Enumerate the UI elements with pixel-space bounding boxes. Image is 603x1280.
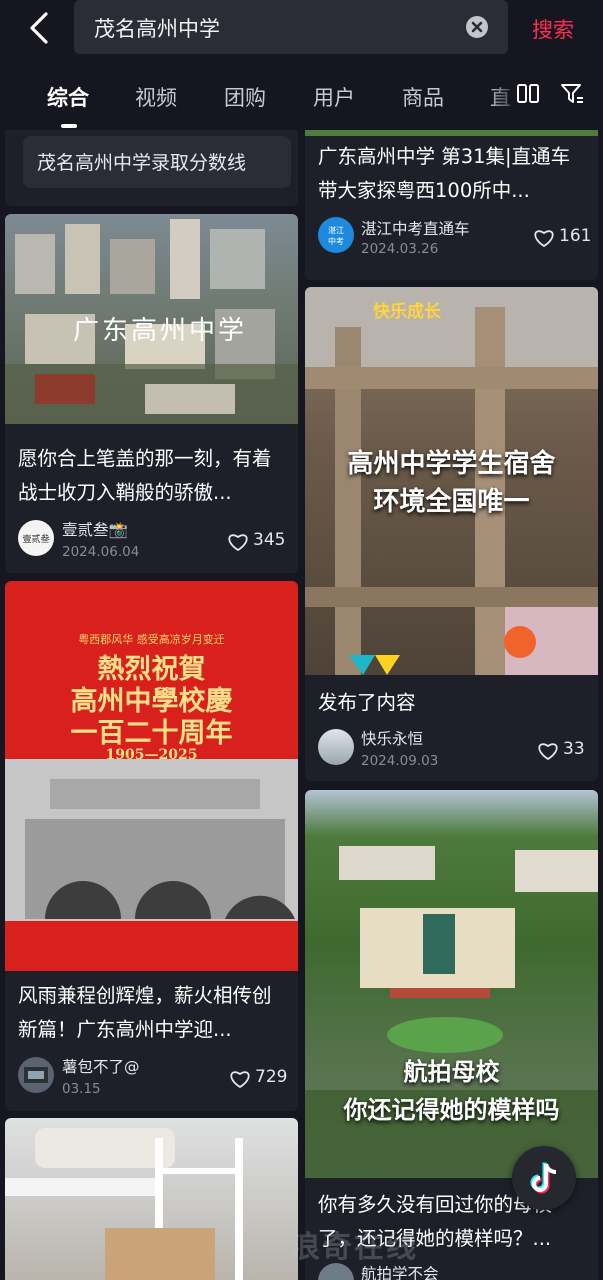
tab-products[interactable]: 商品 [402,82,444,112]
video-thumbnail [5,1118,298,1280]
like-icon[interactable] [533,228,555,248]
thumbnail-heading: 你还记得她的模样吗 [343,1096,560,1124]
avatar[interactable]: 壹贰叁 [18,520,54,556]
related-search-label: 茂名高州中学录取分数线 [37,152,247,174]
author-name: 快乐永恒 [361,730,424,748]
historic-photo [5,759,298,921]
thumbnail-years: 1905—2025 [105,747,198,763]
svg-text:湛江: 湛江 [328,226,344,235]
like-count: 345 [253,530,286,550]
video-thumbnail: 航拍母校 你还记得她的模样吗 [305,790,598,1178]
back-arrow-icon[interactable] [22,8,58,48]
svg-text:中考: 中考 [328,236,344,246]
video-thumbnail [305,130,598,136]
video-card[interactable]: 快乐成长 高州中学学生宿舍 环境全国唯一 发布了内容 快乐永恒 2024.09.… [305,287,598,781]
video-card[interactable]: 粤西郡风华 感受高凉岁月变迁 熱烈祝賀 高州中學校慶 一百二十周年 1905—2… [5,581,298,1111]
search-button[interactable]: 搜索 [532,14,574,44]
related-search-chip[interactable]: 茂名高州中学录取分数线 [23,136,291,188]
video-title: 广东高州中学 第31集|直通车带大家探粤西100所中... [318,145,571,202]
post-date: 2024.03.26 [361,241,439,257]
search-query-text: 茂名高州中学 [94,17,220,41]
video-thumbnail: 粤西郡风华 感受高凉岁月变迁 熱烈祝賀 高州中學校慶 一百二十周年 1905—2… [5,581,298,971]
layout-toggle-icon[interactable] [516,82,540,106]
video-title: 愿你合上笔盖的那一刻，有着战士收刀入鞘般的骄傲... [18,447,272,504]
tab-group-buy[interactable]: 团购 [224,82,266,112]
like-icon[interactable] [227,532,249,552]
tab-comprehensive[interactable]: 综合 [47,82,89,112]
like-icon[interactable] [229,1069,251,1089]
svg-text:壹贰叁: 壹贰叁 [22,533,49,545]
like-count: 33 [563,739,585,759]
thumbnail-heading: 航拍母校 [403,1058,500,1086]
thumbnail-badge: 快乐成长 [373,302,441,322]
post-date: 2024.06.04 [62,544,140,560]
thumbnail-caption: 广东高州中学 [73,316,248,346]
like-count: 161 [559,226,592,246]
results-feed: 茂名高州中学录取分数线 广东高州中学 愿你合上笔盖的那一刻，有着战士收刀入鞘般的… [0,130,603,1280]
like-icon[interactable] [537,741,559,761]
avatar[interactable]: 湛江 中考 [318,217,354,253]
avatar[interactable] [18,1057,54,1093]
video-thumbnail: 广东高州中学 [5,214,298,424]
tab-video[interactable]: 视频 [135,82,177,112]
video-title: 风雨兼程创辉煌，薪火相传创新篇！广东高州中学迎... [18,984,272,1041]
video-card[interactable]: 广东高州中学 第31集|直通车带大家探粤西100所中... 湛江 中考 湛江中考直… [305,130,598,280]
watermark: 浪奇在线 [290,1230,418,1265]
video-thumbnail: 快乐成长 高州中学学生宿舍 环境全国唯一 [305,287,598,675]
tiktok-floating-button[interactable] [512,1146,576,1210]
thumbnail-heading: 一百二十周年 [70,718,233,749]
tab-users[interactable]: 用户 [313,82,355,112]
tab-active-indicator [61,124,77,128]
thumbnail-footer [5,921,298,971]
video-title: 发布了内容 [318,691,416,714]
author-name: 薯包不了@ [62,1058,140,1076]
post-date: 03.15 [62,1081,101,1097]
suggestion-card: 茂名高州中学录取分数线 [5,130,298,206]
tab-bar: 综合 视频 团购 用户 商品 直 [0,72,603,128]
author-name: 湛江中考直通车 [361,220,470,238]
video-card[interactable]: 广东高州中学 愿你合上笔盖的那一刻，有着战士收刀入鞘般的骄傲... 壹贰叁 壹贰… [5,214,298,573]
thumbnail-heading: 环境全国唯一 [373,487,530,517]
post-date: 2024.09.03 [361,753,439,769]
thumbnail-tagline: 粤西郡风华 感受高凉岁月变迁 [78,633,225,646]
avatar[interactable] [318,729,354,765]
top-bar: 茂名高州中学 搜索 [0,0,603,60]
author-name: 壹贰叁📸 [62,521,128,539]
clear-icon[interactable] [465,15,489,39]
search-input[interactable]: 茂名高州中学 [74,0,508,54]
video-card[interactable] [5,1118,298,1280]
tab-fade [488,72,603,128]
filter-icon[interactable] [560,82,584,106]
like-count: 729 [255,1067,288,1087]
thumbnail-heading: 高州中学学生宿舍 [347,449,556,479]
